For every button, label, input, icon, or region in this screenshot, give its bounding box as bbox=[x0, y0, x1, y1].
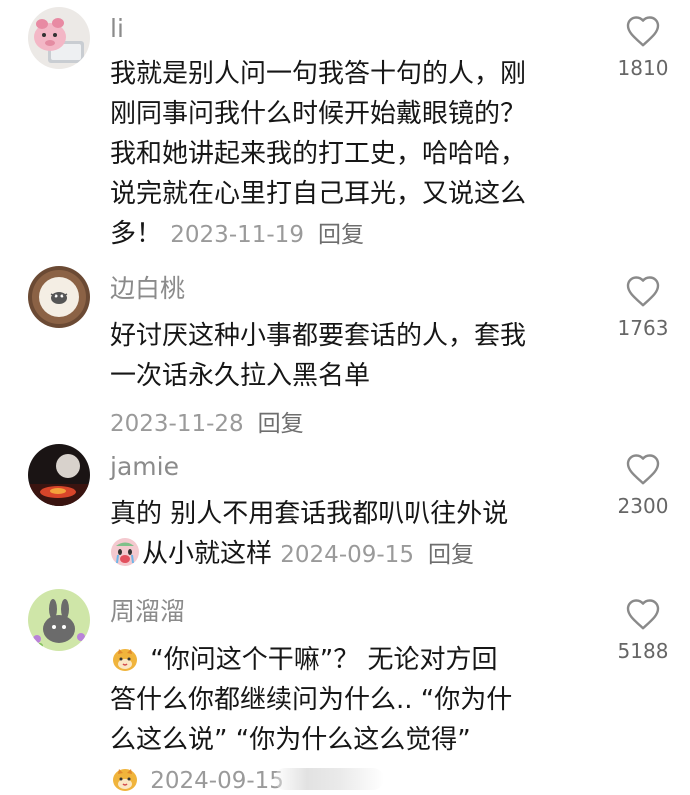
comment-text: “你问这个干嘛”？ 无论对方回 答什么你都继续问为什么.. “你为什 么这么说”… bbox=[110, 640, 590, 795]
like-count: 2300 bbox=[617, 494, 669, 518]
comment-meta: 2023-11-28 回复 bbox=[110, 404, 304, 438]
reply-button[interactable]: 回复 bbox=[318, 222, 364, 248]
like-count: 5188 bbox=[617, 639, 669, 663]
comment-line-end: 多！ bbox=[110, 219, 163, 249]
comment-date: 2023-11-28 bbox=[110, 411, 244, 437]
cute-bear-sticker-icon bbox=[113, 769, 137, 791]
username[interactable]: 周溜溜 bbox=[110, 597, 185, 627]
comment-line: 一次话永久拉入黑名单 bbox=[110, 361, 371, 391]
comment-line: 我和她讲起来我的打工史，哈哈哈， bbox=[110, 139, 527, 169]
comment-text: 好讨厌这种小事都要套话的人，套我 一次话永久拉入黑名单 bbox=[110, 316, 590, 396]
comment-text: 真的 别人不用套话我都叭叭往外说 从小就这样 2024-09-15 回复 bbox=[110, 494, 590, 575]
like-count: 1810 bbox=[617, 56, 669, 80]
like-area: 2300 bbox=[600, 452, 686, 518]
comment-last-line: 多！ 2023-11-19 回复 bbox=[110, 214, 590, 255]
comment-line: 真的 别人不用套话我都叭叭往外说 bbox=[110, 499, 509, 529]
comment-list: li 我就是别人问一句我答十句的人，刚 刚同事问我什么时候开始戴眼镜的？ 我和她… bbox=[0, 0, 690, 795]
heart-outline-icon[interactable] bbox=[625, 274, 661, 308]
username[interactable]: li bbox=[110, 14, 124, 44]
comment-line: 答什么你都继续问为什么.. “你为什 bbox=[110, 685, 513, 715]
heart-outline-icon[interactable] bbox=[625, 597, 661, 631]
avatar[interactable] bbox=[28, 266, 90, 328]
comment-line: 说完就在心里打自己耳光，又说这么 bbox=[110, 179, 527, 209]
avatar-pig-image bbox=[28, 7, 90, 69]
comment-line: “你问这个干嘛”？ 无论对方回 bbox=[150, 645, 498, 675]
username[interactable]: jamie bbox=[110, 452, 179, 482]
crying-face-sticker-icon bbox=[111, 538, 139, 566]
avatar[interactable] bbox=[28, 444, 90, 506]
avatar[interactable] bbox=[28, 7, 90, 69]
reply-button[interactable]: 回复 bbox=[258, 411, 304, 437]
comment-date: 2023-11-19 bbox=[170, 222, 304, 248]
cute-bear-sticker-icon bbox=[113, 649, 137, 671]
avatar[interactable] bbox=[28, 589, 90, 651]
avatar-night-image bbox=[28, 444, 90, 506]
username[interactable]: 边白桃 bbox=[110, 274, 185, 304]
comment-line: 我就是别人问一句我答十句的人，刚 bbox=[110, 59, 527, 89]
comment-line: 么这么说” “你为什么这么觉得” bbox=[110, 725, 471, 755]
watermark-overlay bbox=[273, 768, 384, 790]
avatar-ring-image bbox=[28, 266, 90, 328]
comment-date: 2024-09-15 bbox=[150, 768, 284, 794]
comment-first-line: “你问这个干嘛”？ 无论对方回 bbox=[110, 640, 590, 680]
comment-line: 好讨厌这种小事都要套话的人，套我 bbox=[110, 321, 527, 351]
like-count: 1763 bbox=[617, 316, 669, 340]
comment-meta-line: 2024-09-15 bbox=[110, 760, 590, 795]
like-area: 5188 bbox=[600, 597, 686, 663]
comment-date: 2024-09-15 bbox=[280, 542, 414, 568]
comment-last-line: 从小就这样 2024-09-15 回复 bbox=[110, 534, 590, 575]
reply-button[interactable]: 回复 bbox=[428, 542, 474, 568]
heart-outline-icon[interactable] bbox=[625, 14, 661, 48]
like-area: 1810 bbox=[600, 14, 686, 80]
comment-line: 刚同事问我什么时候开始戴眼镜的？ bbox=[110, 99, 527, 129]
avatar-rabbit-image bbox=[28, 589, 90, 651]
comment-text: 我就是别人问一句我答十句的人，刚 刚同事问我什么时候开始戴眼镜的？ 我和她讲起来… bbox=[110, 54, 590, 255]
comment-line-end: 从小就这样 bbox=[142, 539, 273, 569]
heart-outline-icon[interactable] bbox=[625, 452, 661, 486]
like-area: 1763 bbox=[600, 274, 686, 340]
